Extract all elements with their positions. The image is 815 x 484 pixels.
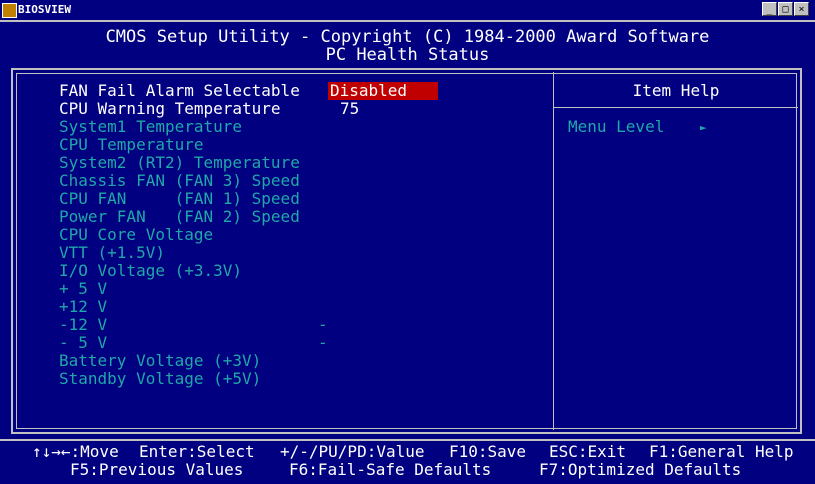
readout-plus12v: +12 V [59, 297, 108, 316]
readout-system2-temperature: System2 (RT2) Temperature [59, 153, 300, 172]
help-separator [554, 107, 798, 108]
app-icon [2, 3, 17, 18]
readout-minus12v-value: - [318, 315, 328, 334]
footer-separator [0, 439, 815, 441]
window-title: BIOSVIEW [18, 3, 71, 16]
readout-minus5v: - 5 V [59, 333, 108, 352]
footer-general-help-hint: F1:General Help [649, 442, 794, 461]
footer-failsafe-defaults-hint: F6:Fail-Safe Defaults [289, 460, 492, 479]
item-help-title: Item Help [632, 81, 720, 100]
footer-optimized-defaults-hint: F7:Optimized Defaults [539, 460, 742, 479]
readout-minus12v: -12 V [59, 315, 108, 334]
footer-previous-values-hint: F5:Previous Values [70, 460, 244, 479]
footer-move-hint: ↑↓→←:Move [32, 442, 119, 461]
footer-exit-hint: ESC:Exit [549, 442, 627, 461]
readout-battery-voltage: Battery Voltage (+3V) [59, 351, 262, 370]
utility-title: CMOS Setup Utility - Copyright (C) 1984-… [105, 27, 710, 47]
footer-select-hint: Enter:Select [139, 442, 255, 461]
readout-minus5v-value: - [318, 333, 328, 352]
page-title: PC Health Status [325, 45, 490, 65]
fan-fail-alarm-label[interactable]: FAN Fail Alarm Selectable [59, 82, 300, 100]
readout-vtt: VTT (+1.5V) [59, 243, 165, 262]
footer-value-hint: +/-/PU/PD:Value [280, 442, 425, 461]
menu-level-label: Menu Level [568, 117, 665, 136]
window-titlebar: BIOSVIEW _ □ × [0, 0, 815, 22]
close-button[interactable]: × [794, 2, 809, 16]
minimize-button[interactable]: _ [762, 2, 777, 16]
readout-plus5v: + 5 V [59, 279, 108, 298]
readout-standby-voltage: Standby Voltage (+5V) [59, 369, 262, 388]
readout-cpu-core-voltage: CPU Core Voltage [59, 225, 214, 244]
cpu-warning-temperature-value[interactable]: 75 [340, 100, 359, 118]
cpu-warning-temperature-label[interactable]: CPU Warning Temperature [59, 100, 281, 118]
panel-divider [553, 72, 554, 430]
footer-save-hint: F10:Save [449, 442, 527, 461]
maximize-button[interactable]: □ [778, 2, 793, 16]
readout-power-fan-speed: Power FAN (FAN 2) Speed [59, 207, 300, 226]
readout-cpu-temperature: CPU Temperature [59, 135, 204, 154]
readout-system1-temperature: System1 Temperature [59, 117, 243, 136]
readout-cpu-fan-speed: CPU FAN (FAN 1) Speed [59, 189, 300, 208]
fan-fail-alarm-value[interactable]: Disabled [328, 82, 438, 100]
readout-chassis-fan-speed: Chassis FAN (FAN 3) Speed [59, 171, 300, 190]
readout-io-voltage: I/O Voltage (+3.3V) [59, 261, 243, 280]
menu-level-arrow-icon: ► [700, 121, 707, 134]
